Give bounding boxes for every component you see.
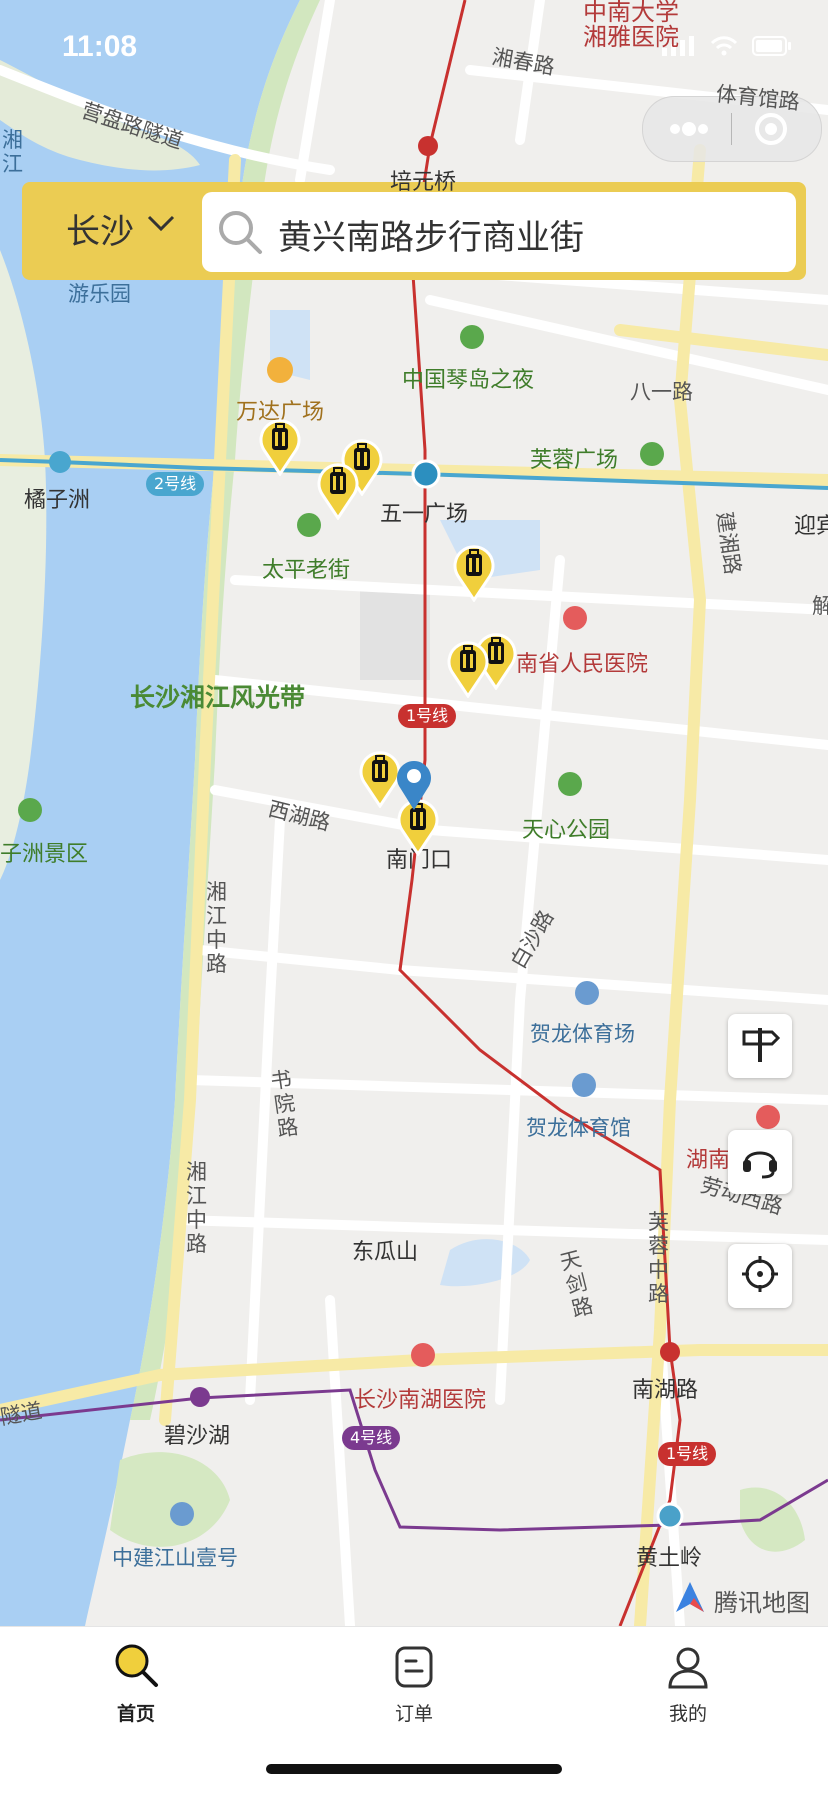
map-label-furongzhong: 芙蓉中路 [648, 1210, 669, 1306]
map-label-qindao: 中国琴岛之夜 [402, 368, 535, 393]
metro-badge-line2: 2号线 [146, 472, 205, 496]
map-label-xiangjiangzhong-2: 湘江中路 [186, 1160, 207, 1256]
locate-me-button[interactable] [728, 1244, 792, 1308]
tab-profile[interactable]: 我的 [628, 1637, 748, 1726]
map-label-huangtuling: 黄土岭 [636, 1546, 703, 1571]
tab-home[interactable]: 首页 [76, 1637, 196, 1726]
tab-orders[interactable]: 订单 [354, 1637, 474, 1726]
search-query-text: 黄兴南路步行商业街 [278, 218, 584, 258]
map-label-zhongjian: 中建江山壹号 [112, 1546, 238, 1570]
map-label-nanhulu: 南湖路 [632, 1378, 699, 1403]
profile-icon [666, 1645, 710, 1693]
search-input[interactable]: 黄兴南路步行商业街 [202, 192, 796, 272]
search-bar: 长沙 黄兴南路步行商业街 [22, 182, 806, 280]
map-label-xiangjiang-v: 湘江 [2, 128, 23, 176]
tab-home-label: 首页 [116, 1703, 155, 1725]
map-label-xiangjiangzhong-1: 湘江中路 [206, 880, 227, 976]
map-label-yingbin: 迎宾 [794, 514, 828, 539]
map-label-helong-tyg: 贺龙体育馆 [526, 1116, 631, 1140]
crosshair-icon [740, 1254, 780, 1298]
map-label-wuyi: 五一广场 [380, 502, 469, 527]
map-label-jie: 解 [812, 594, 828, 618]
tab-orders-label: 订单 [394, 1703, 433, 1725]
tencent-map-logo: 腾讯地图 [672, 1580, 810, 1620]
map-label-xiangya-2: 湘雅医院 [583, 23, 679, 51]
more-options-icon[interactable] [669, 121, 709, 141]
tencent-map-icon [672, 1580, 708, 1620]
map-label-renmin: 南省人民医院 [516, 652, 649, 677]
search-icon [216, 208, 264, 260]
map-view[interactable]: 11:08 长沙 黄兴南路步行商业街 中南大学 湘雅医院 湘春路 体育馆路 营盘… [0, 0, 828, 1626]
metro-badge-line1-top: 1号线 [398, 704, 457, 728]
map-label-nanhu-hospital: 长沙南湖医院 [354, 1388, 487, 1413]
home-indicator [266, 1764, 562, 1774]
tencent-map-text: 腾讯地图 [714, 1588, 810, 1617]
map-label-bayilu: 八一路 [630, 380, 693, 404]
map-label-tianxin: 天心公园 [522, 818, 611, 843]
map-label-peiyuan: 培元桥 [390, 170, 457, 195]
city-selector[interactable]: 长沙 [66, 204, 134, 253]
map-label-juzizhou: 橘子洲 [24, 488, 91, 513]
status-time: 11:08 [62, 30, 138, 63]
headset-icon [740, 1140, 780, 1184]
metro-badge-line4: 4号线 [342, 1426, 401, 1450]
map-label-bishahu: 碧沙湖 [164, 1424, 231, 1449]
luggage-pin[interactable] [452, 542, 496, 603]
signpost-icon [740, 1024, 781, 1068]
current-location-pin [394, 756, 434, 816]
battery-icon [752, 36, 792, 60]
map-label-fengguang: 长沙湘江风光带 [130, 683, 306, 712]
status-bar: 11:08 [0, 0, 828, 90]
map-label-taiping: 太平老街 [262, 558, 351, 583]
map-label-dongguashan: 东瓜山 [352, 1240, 419, 1265]
map-label-youleyuan: 游乐园 [68, 282, 131, 306]
order-icon [394, 1645, 434, 1693]
close-miniprogram-icon[interactable] [753, 111, 789, 151]
chevron-down-icon[interactable] [146, 214, 176, 238]
customer-service-button[interactable] [728, 1130, 792, 1194]
luggage-pin[interactable] [316, 460, 360, 521]
luggage-pin[interactable] [446, 638, 490, 699]
map-label-helong-tyc: 贺龙体育场 [530, 1022, 635, 1046]
map-label-jingqu: 子洲景区 [0, 842, 89, 867]
map-label-furong: 芙蓉广场 [530, 448, 619, 473]
wifi-icon [710, 36, 738, 60]
route-guide-button[interactable] [728, 1014, 792, 1078]
search-icon [112, 1641, 160, 1693]
luggage-pin[interactable] [258, 416, 302, 477]
metro-badge-line1-bottom: 1号线 [658, 1442, 717, 1466]
tab-profile-label: 我的 [668, 1703, 707, 1725]
